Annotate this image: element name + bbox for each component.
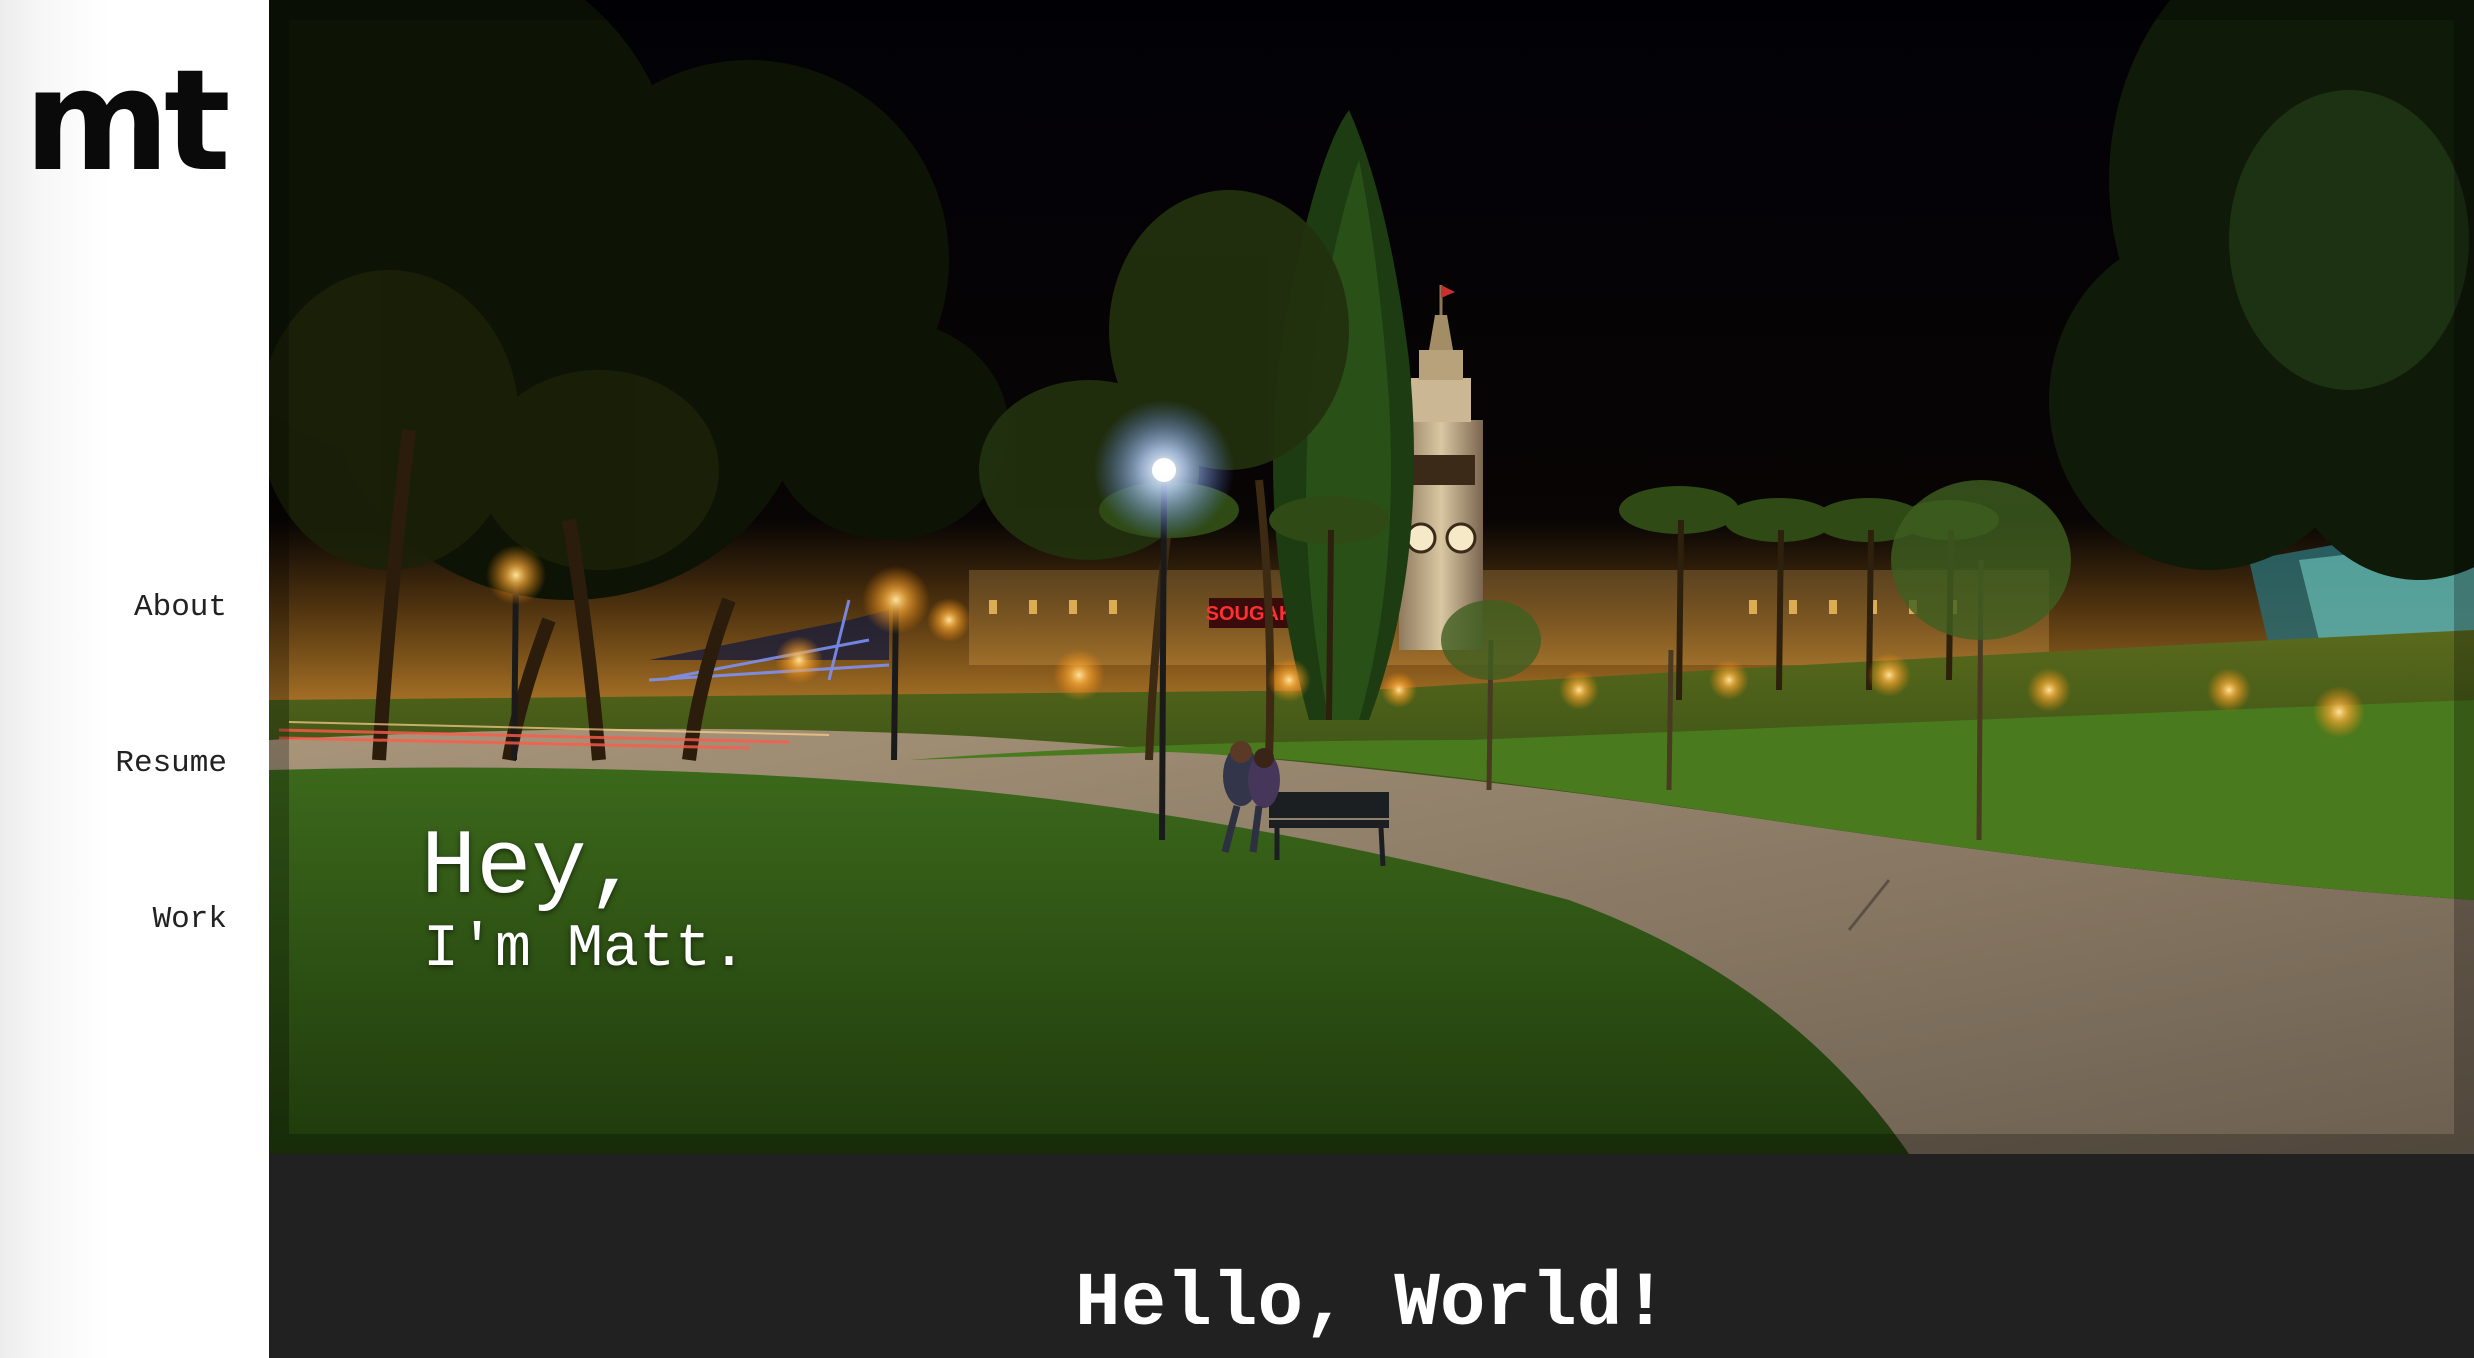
hero-greeting: Hey, — [421, 815, 642, 920]
sidebar: mt About Resume Work — [0, 0, 269, 1358]
page: mt About Resume Work SOUGAKAR Hey, I'm M… — [0, 0, 2474, 1358]
nav-link-work[interactable]: Work — [153, 904, 227, 935]
section-heading: Hello, World! — [1075, 1261, 1668, 1347]
hero-name-line: I'm Matt. — [423, 916, 748, 984]
site-logo[interactable]: mt — [24, 52, 231, 192]
hero-section: SOUGAKAR Hey, I'm Matt. — [269, 0, 2474, 1154]
intro-section: Hello, World! — [269, 1154, 2474, 1358]
nav-link-about[interactable]: About — [134, 592, 227, 623]
nav-link-resume[interactable]: Resume — [115, 748, 227, 779]
